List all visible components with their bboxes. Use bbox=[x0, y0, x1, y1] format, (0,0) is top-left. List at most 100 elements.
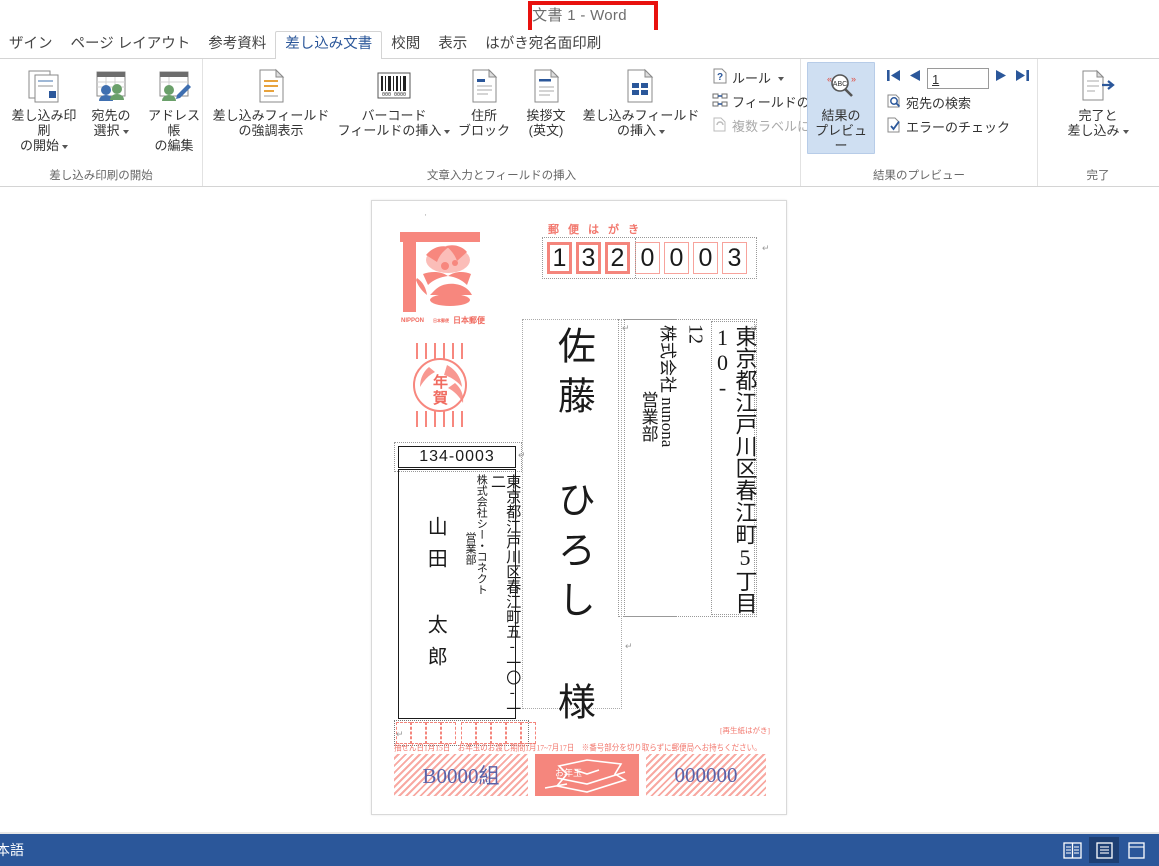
chevron-down-icon[interactable] bbox=[1122, 129, 1129, 134]
zip-digit-6[interactable]: 0 bbox=[693, 242, 718, 274]
tab-view[interactable]: 表示 bbox=[429, 32, 476, 58]
tab-references[interactable]: 参考資料 bbox=[199, 32, 275, 58]
edit-recipient-list-button[interactable]: アドレス帳 の編集 bbox=[140, 63, 208, 153]
rules-label: ルール bbox=[732, 71, 772, 86]
greeting-line-button[interactable]: 挨拶文 (英文) bbox=[513, 63, 579, 138]
edit-recipient-list-label: アドレス帳 の編集 bbox=[147, 108, 200, 153]
match-fields-icon bbox=[712, 92, 728, 113]
greeting-line-label: 挨拶文 (英文) bbox=[526, 108, 566, 138]
recipient-department-text: 営業部 bbox=[638, 391, 658, 442]
pilcrow-mark: ↵ bbox=[622, 323, 630, 333]
title-bar: 文書 1 - Word bbox=[0, 0, 1159, 35]
zip-digit-4[interactable]: 0 bbox=[635, 242, 660, 274]
tab-postcard-address-print[interactable]: はがき宛名面印刷 bbox=[476, 32, 610, 58]
svg-text:ABC: ABC bbox=[833, 81, 847, 88]
pilcrow-mark: ↵ bbox=[625, 641, 633, 651]
read-mode-icon[interactable] bbox=[1057, 837, 1087, 863]
check-errors-button[interactable]: エラーのチェック bbox=[883, 116, 1033, 139]
finish-merge-icon bbox=[1078, 66, 1118, 106]
svg-text:日本郵便: 日本郵便 bbox=[433, 317, 450, 323]
ribbon-group-preview-results: ABC « » 結果の プレビュー 1 宛先の検索 エラーのチェック 結果のプレ… bbox=[801, 59, 1038, 186]
recycled-paper-label: [再生紙はがき] bbox=[720, 726, 770, 735]
update-labels-icon bbox=[712, 116, 728, 137]
next-record-icon[interactable] bbox=[994, 67, 1009, 89]
find-recipient-icon bbox=[886, 93, 902, 114]
tab-mailings[interactable]: 差し込み文書 bbox=[275, 31, 383, 59]
ribbon-tabs: ザイン ページ レイアウト 参考資料 差し込み文書 校閲 表示 はがき宛名面印刷 bbox=[0, 30, 1159, 59]
highlight-merge-fields-label: 差し込みフィールド の強調表示 bbox=[212, 108, 330, 138]
group-label-finish: 完了 bbox=[1086, 170, 1110, 182]
previous-record-icon[interactable] bbox=[907, 67, 922, 89]
view-mode-buttons bbox=[1057, 837, 1159, 863]
ribbon: 差し込み印刷 の開始 宛先の 選択 アドレス帳 の編集 差し込み印刷の開始 差し… bbox=[0, 58, 1159, 187]
insert-merge-field-button[interactable]: 差し込みフィールド の挿入 bbox=[579, 63, 703, 138]
otoshidama-badge: お年玉 bbox=[535, 754, 639, 796]
postage-stamp-art: NIPPON 日本郵便 日本郵便 bbox=[393, 230, 490, 330]
chevron-down-icon[interactable] bbox=[62, 144, 68, 149]
tab-design[interactable]: ザイン bbox=[0, 32, 62, 58]
address-block-button[interactable]: 住所 ブロック bbox=[455, 63, 513, 138]
greeting-line-icon bbox=[529, 66, 563, 106]
svg-text:»: » bbox=[851, 74, 856, 84]
insert-barcode-field-button[interactable]: 000 0000 バーコード フィールドの挿入 bbox=[333, 63, 455, 138]
document-canvas[interactable]: · NIPPON 日本郵便 日本郵便 年 賀 郵便はがき 1 3 2 0 0 0… bbox=[0, 187, 1159, 832]
pilcrow-mark: ↵ bbox=[396, 729, 404, 739]
preview-results-button[interactable]: ABC « » 結果の プレビュー bbox=[807, 62, 875, 154]
sender-name-text: 山田 太郎 bbox=[424, 516, 447, 678]
record-number-input[interactable]: 1 bbox=[927, 67, 989, 89]
highlight-field-icon bbox=[252, 66, 290, 106]
status-language[interactable]: 本語 bbox=[0, 840, 24, 860]
sender-postal-code[interactable]: 134-0003 bbox=[398, 446, 516, 468]
first-record-icon[interactable] bbox=[885, 67, 902, 89]
web-layout-icon[interactable] bbox=[1121, 837, 1151, 863]
find-recipient-button[interactable]: 宛先の検索 bbox=[883, 92, 1033, 115]
chevron-down-icon[interactable] bbox=[778, 76, 785, 81]
lottery-serial-number: 000000 bbox=[674, 762, 738, 787]
recipient-name-field[interactable]: 佐藤 ひろし 様 bbox=[522, 326, 622, 732]
zip-digit-2[interactable]: 3 bbox=[576, 242, 601, 274]
zip-digit-3[interactable]: 2 bbox=[605, 242, 630, 274]
recipient-address-line2[interactable]: 12 bbox=[682, 321, 709, 615]
finish-and-merge-button[interactable]: 完了と 差し込み bbox=[1058, 63, 1138, 138]
zip-digit-1[interactable]: 1 bbox=[547, 242, 572, 274]
select-recipients-button[interactable]: 宛先の 選択 bbox=[82, 63, 140, 138]
sender-address-block[interactable]: 東京都江戸川区春江町五-一〇-一二 株式会社シー・コネクト 営業部 山田 太郎 bbox=[398, 469, 520, 719]
start-mail-merge-button[interactable]: 差し込み印刷 の開始 bbox=[6, 63, 82, 153]
address-block-label: 住所 ブロック bbox=[458, 108, 511, 138]
postal-code-field[interactable]: 1 3 2 0 0 0 3 bbox=[542, 237, 757, 279]
find-recipient-label: 宛先の検索 bbox=[906, 96, 972, 111]
svg-text:日本郵便: 日本郵便 bbox=[453, 315, 486, 325]
postcard-page[interactable]: · NIPPON 日本郵便 日本郵便 年 賀 郵便はがき 1 3 2 0 0 0… bbox=[371, 200, 787, 815]
edit-address-icon bbox=[155, 66, 193, 106]
chevron-down-icon[interactable] bbox=[122, 129, 129, 134]
preview-results-label: 結果の プレビュー bbox=[814, 108, 867, 153]
chevron-down-icon[interactable] bbox=[444, 129, 451, 134]
address-block-icon bbox=[467, 66, 501, 106]
check-errors-icon bbox=[886, 117, 902, 138]
group-label-preview-results: 結果のプレビュー bbox=[873, 170, 965, 182]
status-bar: 本語 bbox=[0, 832, 1159, 866]
recipient-address-line1[interactable]: 東京都江戸川区春江町5丁目10- bbox=[710, 321, 757, 615]
preview-abc-icon: ABC « » bbox=[821, 66, 861, 106]
sender-department-text: 営業部 bbox=[464, 532, 476, 565]
recipient-company-field[interactable]: 株式会社 nunona 営業部 bbox=[618, 319, 677, 617]
zip-digit-5[interactable]: 0 bbox=[664, 242, 689, 274]
insert-barcode-field-label: バーコード フィールドの挿入 bbox=[337, 108, 442, 138]
word-window: 文書 1 - Word ザイン ページ レイアウト 参考資料 差し込み文書 校閲… bbox=[0, 0, 1159, 866]
zip-digit-7[interactable]: 3 bbox=[722, 242, 747, 274]
chevron-down-icon[interactable] bbox=[659, 129, 665, 134]
ribbon-group-write-insert-fields: 差し込みフィールド の強調表示 000 0000 バーコード フィールドの挿入 … bbox=[203, 59, 836, 186]
tab-review[interactable]: 校閲 bbox=[382, 32, 429, 58]
tab-page-layout[interactable]: ページ レイアウト bbox=[62, 32, 200, 58]
group-label-mail-merge-start: 差し込み印刷の開始 bbox=[49, 170, 153, 182]
postmark-text-2: 賀 bbox=[432, 389, 448, 407]
svg-text:000 0000: 000 0000 bbox=[382, 92, 406, 98]
barcode-icon: 000 0000 bbox=[374, 66, 414, 106]
finish-and-merge-label: 完了と 差し込み bbox=[1067, 108, 1120, 138]
lottery-group-segment: B0000組 bbox=[394, 754, 528, 796]
print-layout-icon[interactable] bbox=[1089, 837, 1119, 863]
last-record-icon[interactable] bbox=[1014, 67, 1031, 89]
postmark-text-1: 年 bbox=[433, 373, 448, 391]
otoshidama-label: お年玉 bbox=[555, 767, 582, 778]
highlight-merge-fields-button[interactable]: 差し込みフィールド の強調表示 bbox=[209, 63, 333, 138]
